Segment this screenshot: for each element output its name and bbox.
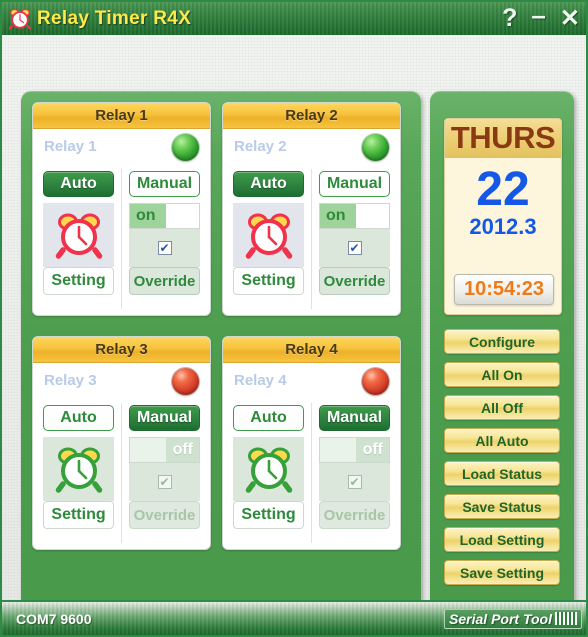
serial-port-tool-logo: Serial Port Tool bbox=[444, 608, 582, 629]
relay-3-body: Relay 3 Auto Manual Setting off ✔ Overri… bbox=[33, 363, 210, 549]
grid-icon bbox=[555, 612, 577, 625]
minimize-button[interactable]: – bbox=[531, 2, 545, 28]
all-auto-button[interactable]: All Auto bbox=[444, 428, 560, 453]
relay-2-name: Relay 2 bbox=[234, 138, 287, 155]
status-bar: COM7 9600 Serial Port Tool bbox=[2, 600, 586, 635]
relay-3-toggle-label: off bbox=[172, 441, 193, 458]
relay-1-override-button[interactable]: Override bbox=[129, 267, 200, 295]
date-time-card: THURS 22 2012.3 10:54:23 bbox=[444, 118, 562, 315]
year-month: 2012.3 bbox=[469, 214, 537, 239]
help-button[interactable]: ? bbox=[502, 6, 517, 31]
relay-3-setting-button[interactable]: Setting bbox=[43, 501, 114, 529]
save-status-button[interactable]: Save Status bbox=[444, 494, 560, 519]
relay-1-on-off-toggle[interactable]: on bbox=[129, 203, 200, 229]
alarm-clock-green-icon bbox=[245, 447, 292, 493]
relay-2-body: Relay 2 Auto Manual Setting on ✔ Overrid… bbox=[223, 129, 400, 315]
relay-1-toggle-label: on bbox=[136, 207, 156, 224]
relay-1-manual-button[interactable]: Manual bbox=[129, 171, 200, 197]
relay-4-manual-button[interactable]: Manual bbox=[319, 405, 390, 431]
relay-4-override-checkbox[interactable]: ✔ bbox=[347, 475, 362, 489]
relay-2-toggle-label: on bbox=[326, 207, 346, 224]
relay-card-2: Relay 2 Relay 2 Auto Manual Setting on ✔… bbox=[222, 102, 401, 316]
relay-4-setting-button[interactable]: Setting bbox=[233, 501, 304, 529]
relay-3-toggle-knob bbox=[130, 438, 166, 462]
relay-card-3: Relay 3 Relay 3 Auto Manual Setting off … bbox=[32, 336, 211, 550]
all-on-button[interactable]: All On bbox=[444, 362, 560, 387]
relay-3-clock-display bbox=[43, 437, 114, 501]
configure-button[interactable]: Configure bbox=[444, 329, 560, 354]
relay-1-auto-button[interactable]: Auto bbox=[43, 171, 114, 197]
relay-2-override-checkbox[interactable]: ✔ bbox=[347, 241, 362, 255]
relay-2-override-button[interactable]: Override bbox=[319, 267, 390, 295]
relay-2-manual-button[interactable]: Manual bbox=[319, 171, 390, 197]
relay-1-manual-zone: on ✔ bbox=[129, 203, 200, 267]
relay-3-name: Relay 3 bbox=[44, 372, 97, 389]
relay-3-override-button[interactable]: Override bbox=[129, 501, 200, 529]
relay-1-name: Relay 1 bbox=[44, 138, 97, 155]
relay-4-toggle-knob bbox=[320, 438, 356, 462]
load-setting-button[interactable]: Load Setting bbox=[444, 527, 560, 552]
relay-timer-window: Relay Timer R4X ? – ✕ Relay 1 Relay 1 Au… bbox=[0, 0, 588, 637]
relay-1-setting-button[interactable]: Setting bbox=[43, 267, 114, 295]
relay-2-clock-display bbox=[233, 203, 304, 267]
relay-2-header: Relay 2 bbox=[223, 103, 400, 129]
relay-4-auto-button[interactable]: Auto bbox=[233, 405, 304, 431]
relay-4-body: Relay 4 Auto Manual Setting off ✔ Overri… bbox=[223, 363, 400, 549]
alarm-clock-red-icon bbox=[245, 213, 292, 259]
relay-4-toggle-label: off bbox=[362, 441, 383, 458]
relay-4-divider bbox=[311, 403, 312, 543]
relay-2-setting-button[interactable]: Setting bbox=[233, 267, 304, 295]
close-button[interactable]: ✕ bbox=[560, 7, 580, 31]
relay-1-override-checkbox[interactable]: ✔ bbox=[157, 241, 172, 255]
relay-card-4: Relay 4 Relay 4 Auto Manual Setting off … bbox=[222, 336, 401, 550]
relay-card-1: Relay 1 Relay 1 Auto Manual Setting on ✔… bbox=[32, 102, 211, 316]
alarm-clock-green-icon bbox=[55, 447, 102, 493]
relay-2-status-led bbox=[362, 134, 389, 161]
relay-4-clock-display bbox=[233, 437, 304, 501]
right-control-panel: THURS 22 2012.3 10:54:23 Configure All O… bbox=[430, 91, 574, 612]
relay-4-header: Relay 4 bbox=[223, 337, 400, 363]
brand-label: Serial Port Tool bbox=[449, 610, 552, 627]
relay-1-override-checkbox-wrap: ✔ bbox=[129, 229, 200, 267]
relay-grid-panel: Relay 1 Relay 1 Auto Manual Setting on ✔… bbox=[21, 91, 421, 612]
relay-3-divider bbox=[121, 403, 122, 543]
relay-2-manual-zone: on ✔ bbox=[319, 203, 390, 267]
relay-1-divider bbox=[121, 169, 122, 309]
relay-2-auto-button[interactable]: Auto bbox=[233, 171, 304, 197]
relay-1-header: Relay 1 bbox=[33, 103, 210, 129]
relay-2-override-checkbox-wrap: ✔ bbox=[319, 229, 390, 267]
relay-1-status-led bbox=[172, 134, 199, 161]
relay-4-status-led bbox=[362, 368, 389, 395]
relay-2-on-off-toggle[interactable]: on bbox=[319, 203, 390, 229]
alarm-clock-icon bbox=[8, 8, 32, 30]
save-setting-button[interactable]: Save Setting bbox=[444, 560, 560, 585]
clock-time: 10:54:23 bbox=[454, 274, 554, 305]
workspace: Relay 1 Relay 1 Auto Manual Setting on ✔… bbox=[2, 35, 586, 612]
relay-4-manual-zone: off ✔ bbox=[319, 437, 390, 501]
title-bar: Relay Timer R4X ? – ✕ bbox=[2, 2, 586, 36]
relay-4-override-button[interactable]: Override bbox=[319, 501, 390, 529]
relay-2-divider bbox=[311, 169, 312, 309]
relay-3-on-off-toggle[interactable]: off bbox=[129, 437, 200, 463]
all-off-button[interactable]: All Off bbox=[444, 395, 560, 420]
relay-3-override-checkbox[interactable]: ✔ bbox=[157, 475, 172, 489]
relay-4-name: Relay 4 bbox=[234, 372, 287, 389]
relay-3-header: Relay 3 bbox=[33, 337, 210, 363]
relay-4-on-off-toggle[interactable]: off bbox=[319, 437, 390, 463]
relay-4-override-checkbox-wrap: ✔ bbox=[319, 463, 390, 501]
window-controls: ? – ✕ bbox=[502, 2, 580, 31]
relay-3-auto-button[interactable]: Auto bbox=[43, 405, 114, 431]
relay-3-status-led bbox=[172, 368, 199, 395]
com-port-status: COM7 9600 bbox=[16, 610, 92, 627]
day-number: 22 bbox=[476, 163, 530, 216]
alarm-clock-red-icon bbox=[55, 213, 102, 259]
day-of-week: THURS bbox=[445, 119, 561, 158]
relay-3-manual-button[interactable]: Manual bbox=[129, 405, 200, 431]
relay-1-body: Relay 1 Auto Manual Setting on ✔ Overrid… bbox=[33, 129, 210, 315]
relay-3-manual-zone: off ✔ bbox=[129, 437, 200, 501]
window-title: Relay Timer R4X bbox=[37, 7, 192, 29]
relay-3-override-checkbox-wrap: ✔ bbox=[129, 463, 200, 501]
load-status-button[interactable]: Load Status bbox=[444, 461, 560, 486]
relay-1-clock-display bbox=[43, 203, 114, 267]
